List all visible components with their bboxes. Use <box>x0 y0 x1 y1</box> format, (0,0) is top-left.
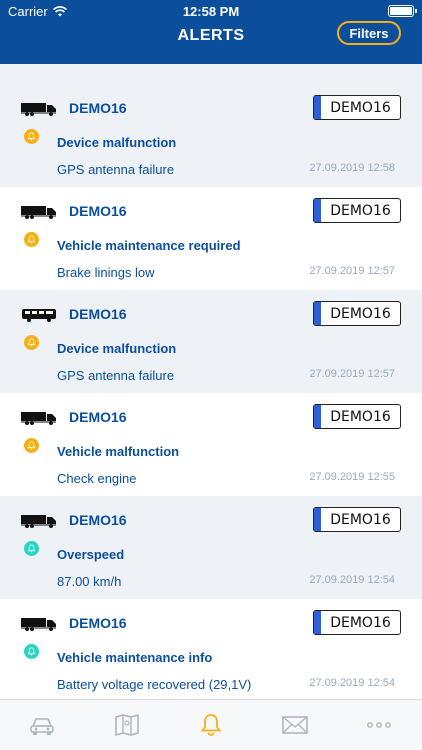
plate-text: DEMO16 <box>330 99 391 116</box>
truck-icon <box>21 411 57 425</box>
filters-button[interactable]: Filters <box>337 21 401 45</box>
plate-eu-strip <box>314 199 321 222</box>
alert-bell-icon <box>24 335 39 350</box>
plate-text: DEMO16 <box>330 202 391 219</box>
alert-detail: GPS antenna failure <box>57 368 175 383</box>
plate-text: DEMO16 <box>330 408 391 425</box>
alert-bell-icon <box>24 232 39 247</box>
vehicle-name: DEMO16 <box>69 203 127 219</box>
alert-row[interactable]: DEMO16 DEMO16 Device malfunction GPS ant… <box>0 290 422 393</box>
alert-type: Vehicle maintenance required <box>57 238 241 253</box>
tab-envelope[interactable] <box>281 713 309 737</box>
license-plate: DEMO16 <box>313 404 401 429</box>
truck-icon <box>21 102 57 116</box>
alert-bell-icon <box>24 129 39 144</box>
vehicle-name: DEMO16 <box>69 512 127 528</box>
status-time: 12:58 PM <box>182 4 240 19</box>
vehicle-name: DEMO16 <box>69 615 127 631</box>
alert-row[interactable]: DEMO16 DEMO16 Overspeed 87.00 km/h 27.09… <box>0 496 422 599</box>
truck-icon <box>21 205 57 219</box>
envelope-icon <box>281 716 309 741</box>
license-plate: DEMO16 <box>313 198 401 223</box>
alert-row[interactable]: DEMO16 DEMO16 Device malfunction GPS ant… <box>0 64 422 187</box>
bus-icon <box>21 308 57 322</box>
alert-detail: 87.00 km/h <box>57 574 122 589</box>
alert-detail: Battery voltage recovered (29,1V) <box>57 677 252 692</box>
alert-type: Vehicle maintenance info <box>57 650 213 665</box>
alert-timestamp: 27.09.2019 12:58 <box>309 162 395 174</box>
alert-detail: Check engine <box>57 471 137 486</box>
alert-list[interactable]: DEMO16 DEMO16 Device malfunction GPS ant… <box>0 64 422 699</box>
license-plate: DEMO16 <box>313 301 401 326</box>
map-icon <box>113 713 141 741</box>
alert-type: Vehicle malfunction <box>57 444 180 459</box>
alert-row[interactable]: DEMO16 DEMO16 Vehicle malfunction Check … <box>0 393 422 496</box>
vehicle-name: DEMO16 <box>69 409 127 425</box>
plate-eu-strip <box>314 405 321 428</box>
license-plate: DEMO16 <box>313 95 401 120</box>
license-plate: DEMO16 <box>313 507 401 532</box>
truck-icon <box>21 514 57 528</box>
bell-icon <box>197 714 225 741</box>
alert-bell-icon <box>24 644 39 659</box>
alert-bell-icon <box>24 438 39 453</box>
vehicle-name: DEMO16 <box>69 306 127 322</box>
alert-timestamp: 27.09.2019 12:57 <box>309 265 395 277</box>
plate-text: DEMO16 <box>330 305 391 322</box>
car-icon <box>28 718 56 741</box>
truck-icon <box>21 617 57 631</box>
tab-bell[interactable] <box>197 713 225 737</box>
battery-icon <box>388 5 417 17</box>
plate-eu-strip <box>314 96 321 119</box>
plate-eu-strip <box>314 611 321 634</box>
tab-more[interactable] <box>365 713 393 737</box>
alert-row[interactable]: DEMO16 DEMO16 Vehicle maintenance requir… <box>0 187 422 290</box>
vehicle-name: DEMO16 <box>69 100 127 116</box>
alert-timestamp: 27.09.2019 12:54 <box>309 677 395 689</box>
plate-text: DEMO16 <box>330 614 391 631</box>
more-icon <box>365 722 393 741</box>
tab-car[interactable] <box>28 713 56 737</box>
alert-timestamp: 27.09.2019 12:57 <box>309 368 395 380</box>
alert-bell-icon <box>24 541 39 556</box>
alert-type: Device malfunction <box>57 341 177 356</box>
status-bar: Carrier 12:58 PM <box>0 0 422 22</box>
alert-timestamp: 27.09.2019 12:55 <box>309 471 395 483</box>
plate-text: DEMO16 <box>330 511 391 528</box>
tab-bar <box>0 699 422 750</box>
license-plate: DEMO16 <box>313 610 401 635</box>
alert-detail: GPS antenna failure <box>57 162 175 177</box>
tab-map[interactable] <box>113 713 141 737</box>
alert-type: Overspeed <box>57 547 125 562</box>
top-header: Carrier 12:58 PM ALERTS Filters <box>0 0 422 64</box>
alert-detail: Brake linings low <box>57 265 155 280</box>
plate-eu-strip <box>314 302 321 325</box>
alert-timestamp: 27.09.2019 12:54 <box>309 574 395 586</box>
plate-eu-strip <box>314 508 321 531</box>
alert-row[interactable]: DEMO16 DEMO16 Vehicle maintenance info B… <box>0 599 422 699</box>
alert-type: Device malfunction <box>57 135 177 150</box>
